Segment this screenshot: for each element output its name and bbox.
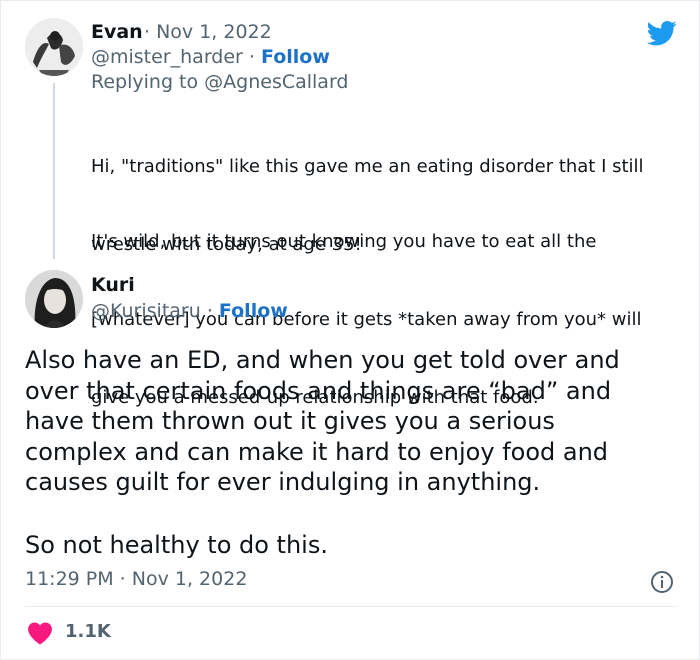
thread-connector (53, 83, 55, 259)
tweet2-handle-row: @Kurisitaru · Follow (91, 300, 288, 322)
tweet1-follow-link[interactable]: Follow (261, 46, 330, 68)
separator-dot: · (248, 46, 262, 68)
tweet1-para2-line1: It's wild, but it turns out knowing you … (91, 231, 597, 252)
tweet1-author-name[interactable]: Evan (91, 21, 143, 43)
tweet2-closing-line: So not healthy to do this. (25, 531, 328, 559)
tweet2-line4: complex and can make it hard to enjoy fo… (25, 437, 609, 466)
reply-prefix: Replying to (91, 71, 205, 93)
tweet2-text: Also have an ED, and when you get told o… (25, 345, 685, 498)
tweet1-handle-row: @mister_harder · Follow (91, 46, 330, 68)
reply-handle-link[interactable]: @AgnesCallard (204, 71, 348, 93)
tweet-card: Evan · Nov 1, 2022 @mister_harder · Foll… (0, 0, 700, 660)
tweet1-date-row: · Nov 1, 2022 (144, 21, 272, 43)
separator-dot: · (206, 300, 219, 322)
tweet1-handle[interactable]: @mister_harder (91, 46, 243, 68)
tweet2-handle[interactable]: @Kurisitaru (91, 300, 201, 322)
tweet2-timestamp[interactable]: 11:29 PM · Nov 1, 2022 (25, 568, 247, 590)
tweet2-follow-link[interactable]: Follow (219, 300, 288, 322)
heart-icon[interactable] (27, 621, 53, 645)
info-icon[interactable] (650, 570, 674, 594)
tweet2-line2: over that certain foods and things are “… (25, 376, 612, 405)
evan-avatar[interactable] (25, 18, 83, 76)
tweet2-line1: Also have an ED, and when you get told o… (25, 346, 620, 374)
kuri-avatar[interactable] (25, 270, 83, 328)
like-count[interactable]: 1.1K (65, 621, 111, 642)
tweet2-line5: causes guilt for ever indulging in anyth… (25, 468, 541, 496)
actions-divider (25, 606, 677, 607)
separator-dot: · (144, 21, 151, 43)
reply-context: Replying to @AgnesCallard (91, 71, 349, 93)
tweet2-line3: have them thrown out it gives you a seri… (25, 407, 555, 435)
tweet1-date[interactable]: Nov 1, 2022 (156, 21, 272, 43)
tweet2-author-name[interactable]: Kuri (91, 274, 135, 296)
twitter-bird-icon[interactable] (645, 18, 679, 48)
